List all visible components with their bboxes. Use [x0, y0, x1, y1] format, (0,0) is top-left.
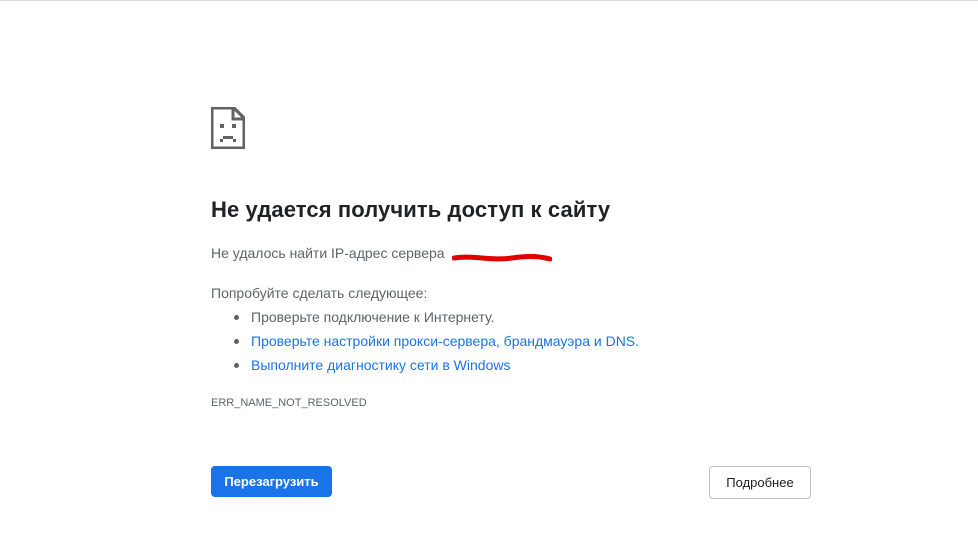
- suggestion-network-diagnostics: Выполните диагностику сети в Windows: [211, 356, 639, 380]
- bullet-icon: [234, 315, 239, 320]
- error-subtitle: Не удалось найти IP-адрес сервера: [211, 245, 445, 261]
- sad-page-icon: [210, 106, 246, 150]
- bullet-icon: [234, 339, 239, 344]
- suggestion-check-proxy: Проверьте настройки прокси-сервера, бран…: [211, 332, 639, 356]
- suggestion-label: Проверьте подключение к Интернету.: [251, 309, 495, 325]
- try-instructions-heading: Попробуйте сделать следующее:: [211, 285, 428, 301]
- reload-button[interactable]: Перезагрузить: [211, 466, 332, 497]
- suggestion-check-connection: Проверьте подключение к Интернету.: [211, 308, 639, 332]
- details-button[interactable]: Подробнее: [709, 466, 811, 499]
- bullet-icon: [234, 363, 239, 368]
- network-diagnostics-link[interactable]: Выполните диагностику сети в Windows: [251, 357, 510, 373]
- check-proxy-link[interactable]: Проверьте настройки прокси-сервера, бран…: [251, 333, 639, 349]
- top-divider: [0, 0, 978, 1]
- error-title: Не удается получить доступ к сайту: [211, 197, 611, 222]
- suggestions-list: Проверьте подключение к Интернету. Прове…: [211, 308, 639, 380]
- error-code: ERR_NAME_NOT_RESOLVED: [211, 397, 367, 409]
- redaction-mark: [451, 250, 553, 262]
